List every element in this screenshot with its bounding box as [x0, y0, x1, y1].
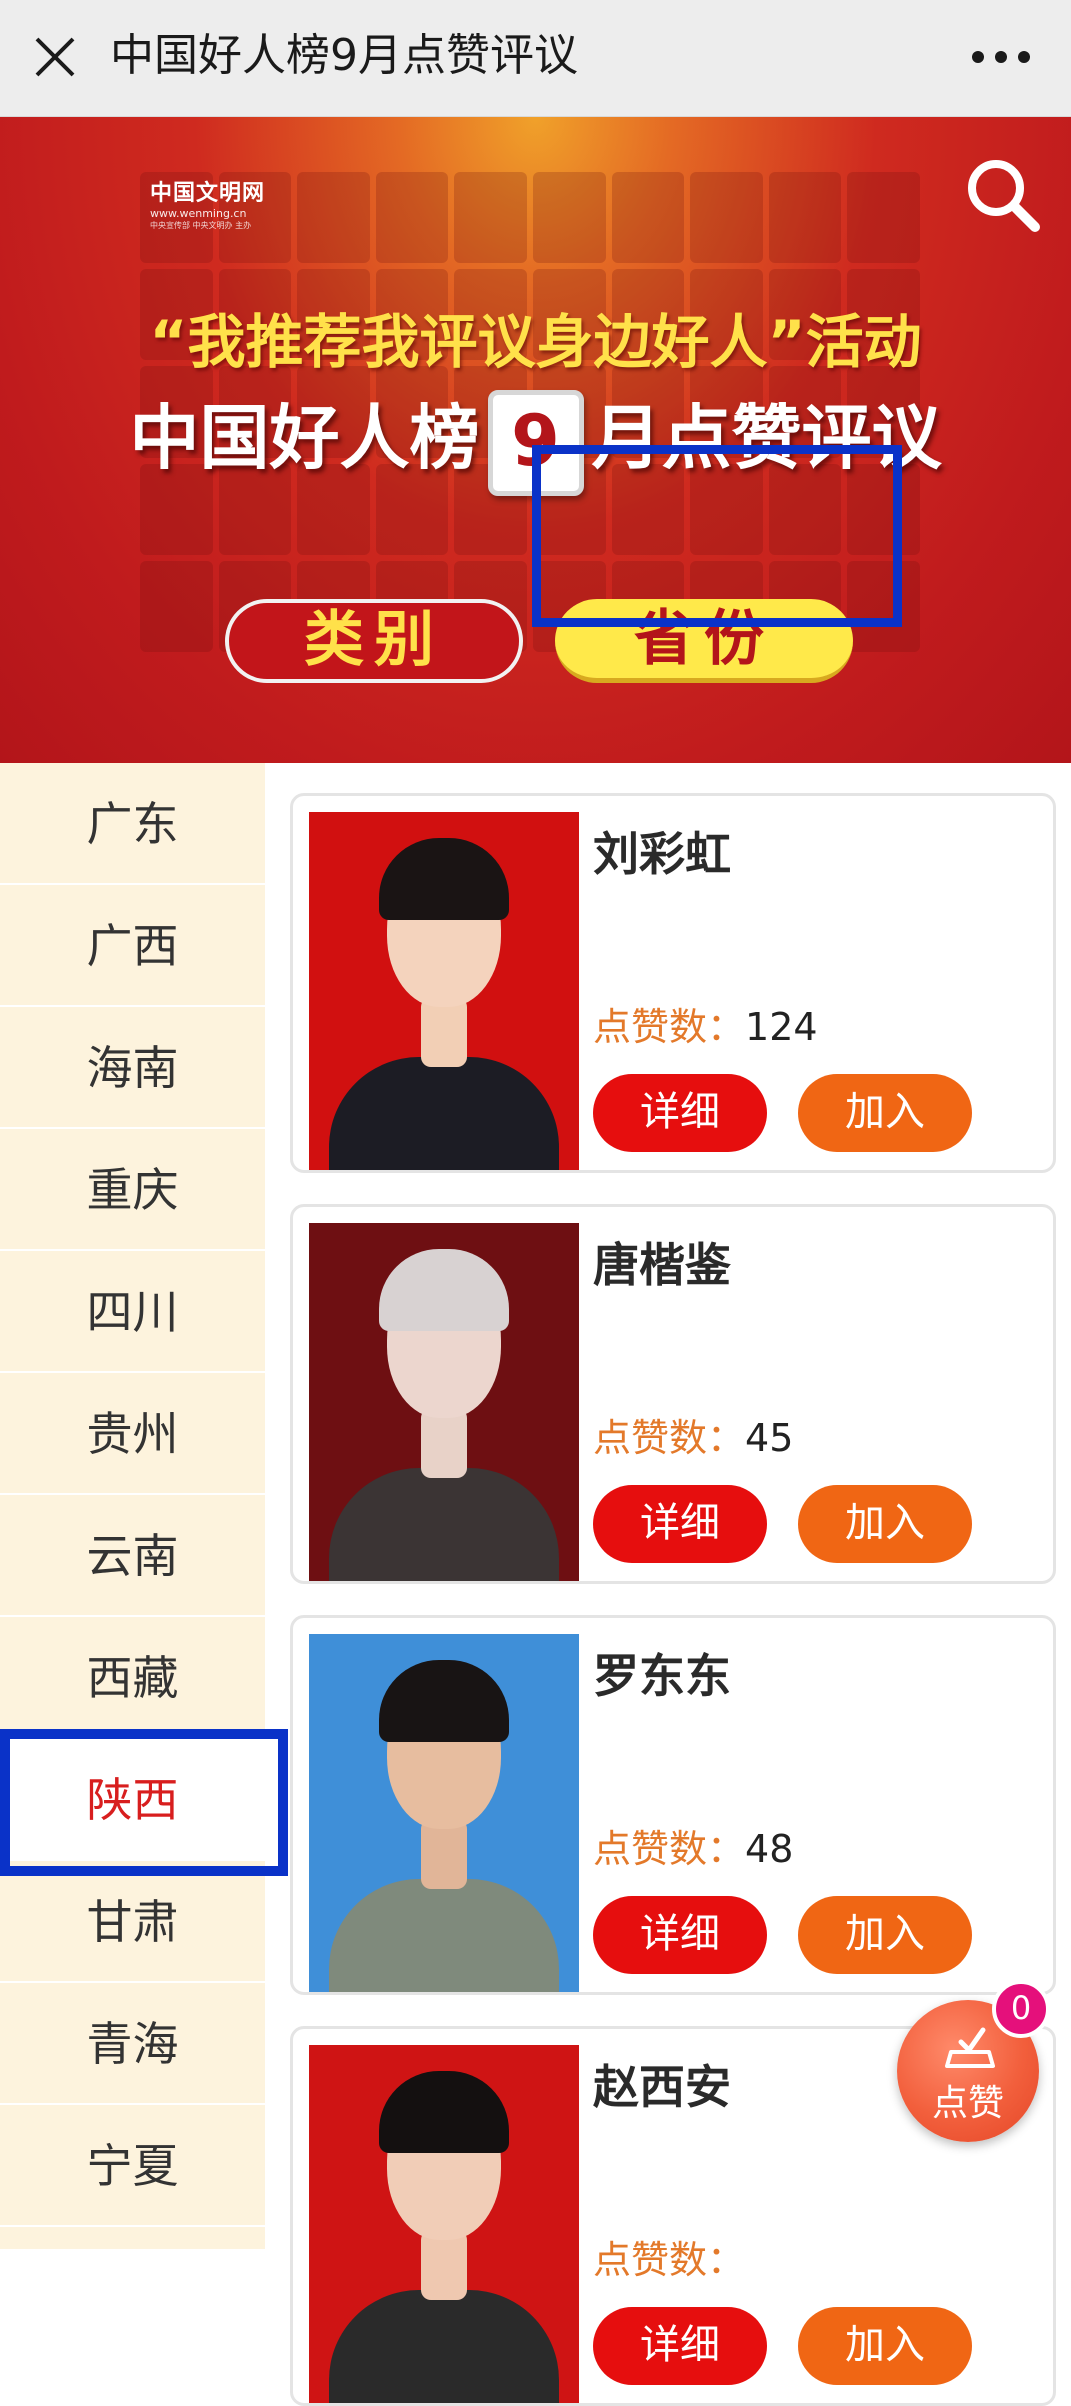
like-count: 点赞数：: [593, 2229, 745, 2284]
person-name: 刘彩虹: [593, 827, 731, 881]
logo-text: 中国文明网: [150, 181, 266, 206]
person-card: 刘彩虹 点赞数：124 详细 加入: [290, 793, 1056, 1173]
sidebar-item-guangxi[interactable]: 广西: [0, 885, 265, 1007]
search-icon[interactable]: [963, 155, 1043, 235]
person-photo: [309, 2045, 579, 2403]
like-count-label: 点赞数：: [593, 1416, 746, 1460]
page-title: 中国好人榜9月点赞评议: [110, 30, 578, 81]
like-count: 点赞数：124: [593, 996, 818, 1051]
more-options-icon[interactable]: [971, 50, 1031, 64]
person-card: 唐楷鉴 点赞数：45 详细 加入: [290, 1204, 1056, 1584]
person-photo: [309, 1634, 579, 1992]
detail-button[interactable]: 详细: [593, 1485, 767, 1563]
province-tab-highlight-box: [532, 445, 902, 627]
vote-icon: [945, 2027, 995, 2068]
logo-url: www.wenming.cn: [150, 207, 247, 220]
like-count: 点赞数：45: [593, 1407, 793, 1462]
like-count-label: 点赞数：: [593, 2238, 746, 2282]
join-button[interactable]: 加入: [798, 1896, 972, 1974]
person-photo: [309, 1223, 579, 1581]
sidebar-item-qinghai[interactable]: 青海: [0, 1983, 265, 2105]
sidebar-item-ningxia[interactable]: 宁夏: [0, 2105, 265, 2227]
person-name: 唐楷鉴: [593, 1238, 731, 1292]
shaanxi-highlight-box: [0, 1729, 288, 1876]
sidebar-item-sichuan[interactable]: 四川: [0, 1251, 265, 1373]
sidebar-item-chongqing[interactable]: 重庆: [0, 1129, 265, 1251]
sidebar-item-guangdong[interactable]: 广东: [0, 763, 265, 885]
like-count: 点赞数：48: [593, 1818, 793, 1873]
like-count-label: 点赞数：: [593, 1827, 746, 1871]
banner-slogan: “我推荐我评议身边好人”活动: [149, 308, 922, 376]
detail-button[interactable]: 详细: [593, 1074, 767, 1152]
sidebar-item-xizang[interactable]: 西藏: [0, 1617, 265, 1739]
join-button[interactable]: 加入: [798, 1074, 972, 1152]
sidebar-item-guizhou[interactable]: 贵州: [0, 1373, 265, 1495]
sidebar-item-yunnan[interactable]: 云南: [0, 1495, 265, 1617]
like-count-value: 45: [745, 1416, 794, 1460]
join-button[interactable]: 加入: [798, 1485, 972, 1563]
sidebar-item-gansu[interactable]: 甘肃: [0, 1861, 265, 1983]
wenming-logo: 中国文明网 www.wenming.cn 中央宣传部 中央文明办 主办: [150, 175, 265, 231]
like-count-value: 48: [745, 1827, 794, 1871]
top-bar: 中国好人榜9月点赞评议: [0, 0, 1071, 117]
province-sidebar: 广东 广西 海南 重庆 四川 贵州 云南 西藏 陕西 甘肃 青海 宁夏: [0, 763, 265, 2249]
like-count-label: 点赞数：: [593, 1005, 746, 1049]
detail-button[interactable]: 详细: [593, 1896, 767, 1974]
campaign-banner: 中国文明网 www.wenming.cn 中央宣传部 中央文明办 主办 “我推荐…: [0, 117, 1071, 763]
headline-part-1: 中国好人榜: [129, 397, 480, 479]
person-photo: [309, 812, 579, 1170]
close-icon[interactable]: [32, 34, 78, 80]
sidebar-item-hainan[interactable]: 海南: [0, 1007, 265, 1129]
like-floating-label: 点赞: [931, 2083, 1004, 2124]
detail-button[interactable]: 详细: [593, 2307, 767, 2385]
person-name: 赵西安: [593, 2060, 731, 2114]
person-card: 罗东东 点赞数：48 详细 加入: [290, 1615, 1056, 1995]
person-name: 罗东东: [593, 1649, 731, 1703]
logo-small-text: 中央宣传部 中央文明办 主办: [150, 221, 252, 230]
tab-category[interactable]: 类别: [225, 599, 523, 683]
join-button[interactable]: 加入: [798, 2307, 972, 2385]
like-count-badge: 0: [992, 1980, 1050, 2038]
like-count-value: 124: [745, 1005, 818, 1049]
